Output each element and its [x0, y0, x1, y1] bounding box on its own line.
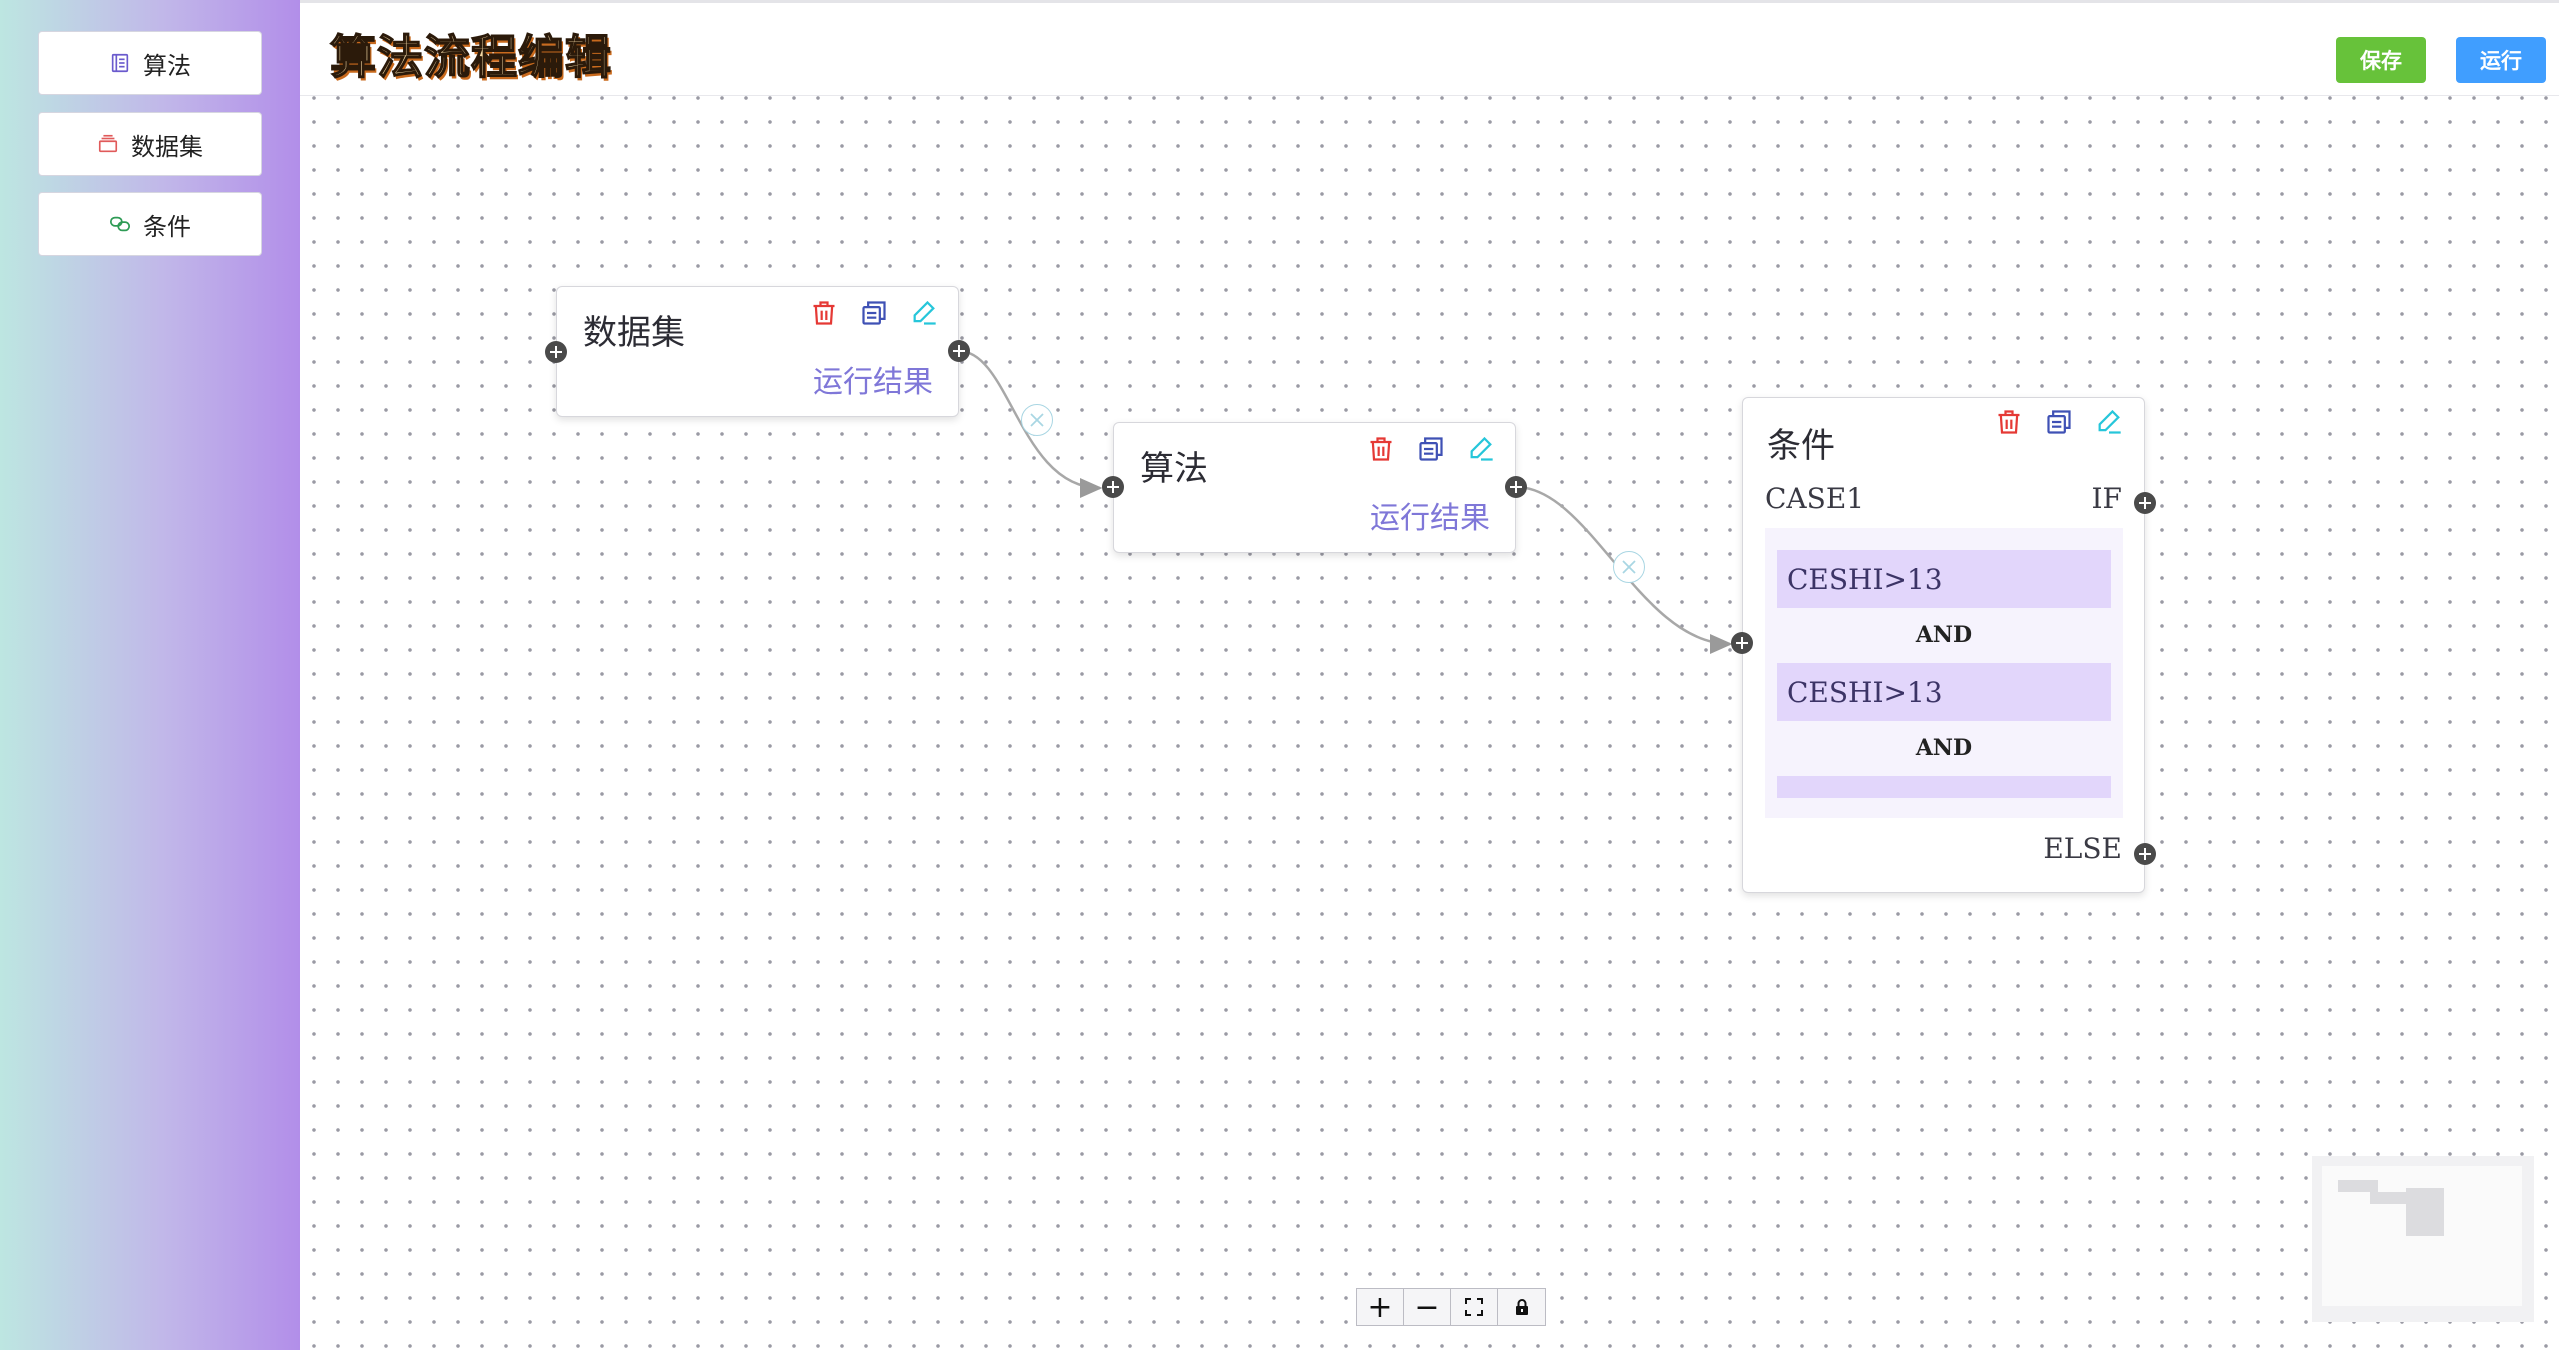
else-label: ELSE — [2043, 832, 2122, 865]
node-title: 算法 — [1140, 449, 1208, 489]
if-label: IF — [2091, 482, 2123, 515]
copy-button[interactable] — [2045, 408, 2073, 436]
lock-icon — [1515, 1299, 1528, 1315]
run-button[interactable]: 运行 — [2456, 37, 2546, 83]
condition-item[interactable]: CESHI>13 — [1777, 550, 2111, 608]
edge-delete-button[interactable] — [1613, 551, 1645, 583]
minimap-node — [2406, 1188, 2444, 1236]
flow-canvas[interactable] — [300, 96, 2559, 1350]
run-result-link[interactable]: 运行结果 — [813, 357, 933, 401]
zoom-in-button[interactable]: + — [1357, 1289, 1404, 1325]
edit-button[interactable] — [1467, 435, 1495, 463]
copy-button[interactable] — [1417, 435, 1445, 463]
fit-view-button[interactable] — [1451, 1289, 1498, 1325]
sidebar-item-label: 条件 — [143, 212, 191, 241]
document-icon — [111, 53, 129, 73]
condition-list: CESHI>13 AND CESHI>13 AND — [1765, 528, 2123, 818]
close-icon — [1030, 413, 1044, 427]
save-button[interactable]: 保存 — [2336, 37, 2426, 83]
edge-delete-button[interactable] — [1021, 404, 1053, 436]
page-title: 算法流程编辑 — [329, 29, 612, 85]
node-actions — [1995, 408, 2123, 436]
minimap-node — [2370, 1192, 2410, 1204]
zoom-out-button[interactable]: − — [1404, 1289, 1451, 1325]
delete-button[interactable] — [1367, 435, 1395, 463]
edit-icon — [1470, 436, 1493, 461]
edit-icon — [2098, 409, 2121, 434]
node-dataset[interactable]: 数据集 运行结果 — [556, 286, 959, 417]
edit-button[interactable] — [2095, 408, 2123, 436]
minimap-viewport — [2322, 1166, 2522, 1306]
app: 算法 数据集 条件 算法流程编辑 保存 运行 数据集 运行结果 算法 运行结果 … — [0, 0, 2559, 1350]
output-port[interactable] — [948, 340, 970, 362]
link-icon — [109, 216, 131, 232]
sidebar-item-condition[interactable]: 条件 — [38, 192, 262, 256]
sidebar: 算法 数据集 条件 — [0, 0, 300, 1350]
delete-button[interactable] — [1995, 408, 2023, 436]
else-output-port[interactable] — [2134, 843, 2156, 865]
close-icon — [1622, 560, 1636, 574]
input-port[interactable] — [1731, 632, 1753, 654]
node-actions — [1367, 435, 1495, 463]
minimap-node — [2338, 1180, 2378, 1192]
copy-button[interactable] — [860, 299, 888, 327]
sidebar-item-algorithm[interactable]: 算法 — [38, 31, 262, 95]
copy-icon — [2047, 410, 2071, 434]
run-result-link[interactable]: 运行结果 — [1370, 493, 1490, 537]
node-actions — [810, 299, 938, 327]
copy-icon — [1419, 437, 1443, 461]
trash-icon — [1998, 410, 2020, 434]
fullscreen-icon — [1465, 1298, 1483, 1316]
trash-icon — [813, 301, 835, 325]
edit-button[interactable] — [910, 299, 938, 327]
minimap[interactable] — [2312, 1156, 2534, 1322]
lock-button[interactable] — [1498, 1289, 1545, 1325]
zoom-toolbar: + − — [1356, 1288, 1546, 1326]
case-label: CASE1 — [1765, 482, 1865, 515]
node-algorithm[interactable]: 算法 运行结果 — [1113, 422, 1516, 553]
input-port[interactable] — [545, 341, 567, 363]
delete-button[interactable] — [810, 299, 838, 327]
header: 算法流程编辑 保存 运行 — [300, 0, 2559, 96]
condition-connector: AND — [1915, 735, 1973, 761]
sidebar-item-label: 算法 — [143, 51, 191, 80]
node-condition[interactable]: 条件 CASE1 IF CESHI>13 AND CESHI>13 AND EL… — [1742, 397, 2145, 893]
node-title: 数据集 — [583, 313, 685, 353]
trash-icon — [1370, 437, 1392, 461]
node-title: 条件 — [1767, 426, 1835, 466]
output-port[interactable] — [1505, 476, 1527, 498]
condition-item[interactable] — [1777, 776, 2111, 798]
condition-connector: AND — [1915, 622, 1973, 648]
sidebar-item-label: 数据集 — [131, 132, 203, 161]
condition-item[interactable]: CESHI>13 — [1777, 663, 2111, 721]
edit-icon — [913, 300, 936, 325]
if-output-port[interactable] — [2134, 492, 2156, 514]
copy-icon — [862, 301, 886, 325]
box-icon — [98, 134, 118, 153]
sidebar-item-dataset[interactable]: 数据集 — [38, 112, 262, 176]
input-port[interactable] — [1102, 476, 1124, 498]
